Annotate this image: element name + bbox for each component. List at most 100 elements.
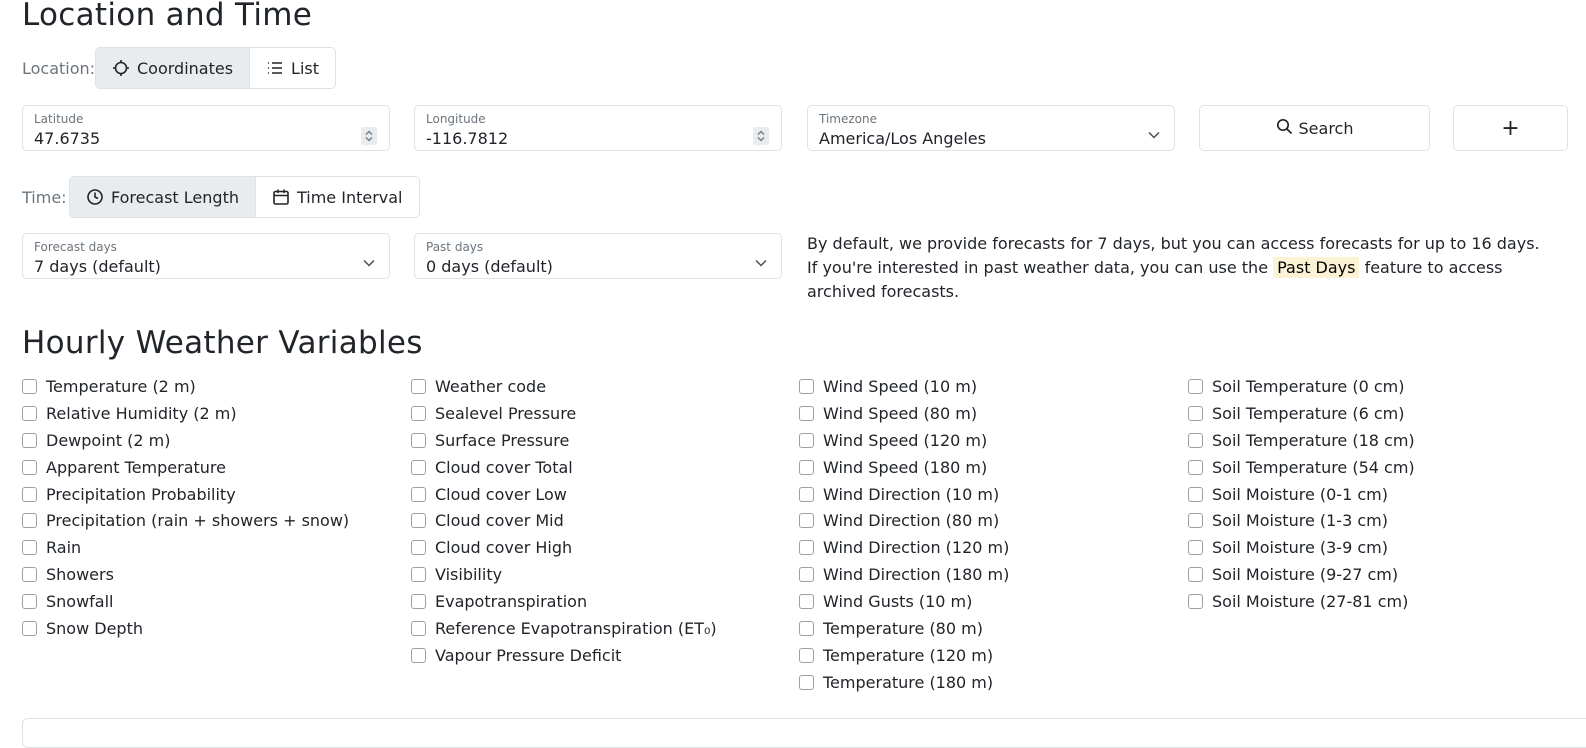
variable-checkbox[interactable]	[799, 540, 814, 556]
variable-checkbox[interactable]	[799, 647, 814, 663]
variable-checkbox[interactable]	[22, 513, 37, 529]
variable-checkbox[interactable]	[1188, 432, 1203, 448]
variable-option[interactable]: Soil Temperature (18 cm)	[1188, 427, 1415, 454]
variable-option[interactable]: Wind Gusts (10 m)	[799, 588, 1009, 615]
variable-option[interactable]: Temperature (2 m)	[22, 373, 349, 400]
variable-checkbox[interactable]	[22, 459, 37, 475]
past-days-select[interactable]: Past days 0 days (default)	[414, 233, 782, 279]
longitude-label: Longitude	[426, 112, 486, 126]
variable-checkbox[interactable]	[22, 620, 37, 636]
variable-checkbox[interactable]	[799, 594, 814, 610]
variable-option[interactable]: Sealevel Pressure	[411, 400, 717, 427]
variable-option[interactable]: Wind Speed (120 m)	[799, 427, 1009, 454]
variable-checkbox[interactable]	[411, 567, 426, 583]
variable-checkbox[interactable]	[411, 540, 426, 556]
time-interval-tab[interactable]: Time Interval	[254, 177, 419, 217]
variable-checkbox[interactable]	[22, 432, 37, 448]
latitude-input[interactable]	[34, 129, 327, 148]
variable-option[interactable]: Soil Moisture (27-81 cm)	[1188, 588, 1415, 615]
variable-checkbox[interactable]	[411, 594, 426, 610]
variable-checkbox[interactable]	[1188, 459, 1203, 475]
variable-option[interactable]: Surface Pressure	[411, 427, 717, 454]
variable-option[interactable]: Cloud cover High	[411, 534, 717, 561]
variable-option[interactable]: Cloud cover Total	[411, 454, 717, 481]
variable-option[interactable]: Weather code	[411, 373, 717, 400]
variable-checkbox[interactable]	[411, 620, 426, 636]
variable-option[interactable]: Wind Speed (10 m)	[799, 373, 1009, 400]
forecast-days-select[interactable]: Forecast days 7 days (default)	[22, 233, 390, 279]
coordinates-tab[interactable]: Coordinates	[96, 48, 250, 88]
variable-checkbox[interactable]	[799, 405, 814, 421]
variable-checkbox[interactable]	[799, 378, 814, 394]
variable-checkbox[interactable]	[1188, 594, 1203, 610]
forecast-length-tab[interactable]: Forecast Length	[70, 177, 255, 217]
longitude-stepper-icon[interactable]	[753, 127, 769, 145]
variable-option[interactable]: Visibility	[411, 561, 717, 588]
variable-checkbox[interactable]	[799, 486, 814, 502]
variable-checkbox[interactable]	[799, 567, 814, 583]
search-button[interactable]: Search	[1199, 105, 1430, 151]
variable-option[interactable]: Soil Moisture (3-9 cm)	[1188, 534, 1415, 561]
variable-checkbox[interactable]	[1188, 540, 1203, 556]
variable-checkbox[interactable]	[1188, 486, 1203, 502]
variable-option[interactable]: Wind Direction (180 m)	[799, 561, 1009, 588]
variable-option[interactable]: Apparent Temperature	[22, 454, 349, 481]
variable-checkbox[interactable]	[411, 459, 426, 475]
longitude-field[interactable]: Longitude	[414, 105, 782, 151]
variable-option[interactable]: Snowfall	[22, 588, 349, 615]
variable-option[interactable]: Precipitation Probability	[22, 481, 349, 508]
variable-checkbox[interactable]	[22, 540, 37, 556]
variable-checkbox[interactable]	[1188, 405, 1203, 421]
latitude-stepper-icon[interactable]	[361, 127, 377, 145]
variable-option[interactable]: Wind Speed (80 m)	[799, 400, 1009, 427]
timezone-select[interactable]: Timezone America/Los Angeles	[807, 105, 1175, 151]
variable-checkbox[interactable]	[799, 513, 814, 529]
list-tab[interactable]: List	[249, 48, 335, 88]
latitude-field[interactable]: Latitude	[22, 105, 390, 151]
variable-checkbox[interactable]	[22, 594, 37, 610]
variable-checkbox[interactable]	[411, 486, 426, 502]
variable-option[interactable]: Precipitation (rain + showers + snow)	[22, 507, 349, 534]
variable-checkbox[interactable]	[411, 432, 426, 448]
variable-checkbox[interactable]	[799, 674, 814, 690]
variable-option[interactable]: Temperature (180 m)	[799, 669, 1009, 696]
variable-option[interactable]: Reference Evapotranspiration (ET₀)	[411, 615, 717, 642]
variable-option[interactable]: Cloud cover Low	[411, 481, 717, 508]
variable-checkbox[interactable]	[411, 378, 426, 394]
variable-option[interactable]: Soil Moisture (0-1 cm)	[1188, 481, 1415, 508]
variable-option[interactable]: Showers	[22, 561, 349, 588]
variable-checkbox[interactable]	[411, 647, 426, 663]
variable-option[interactable]: Relative Humidity (2 m)	[22, 400, 349, 427]
variable-option[interactable]: Wind Direction (10 m)	[799, 481, 1009, 508]
variable-option[interactable]: Vapour Pressure Deficit	[411, 642, 717, 669]
variable-option[interactable]: Wind Direction (80 m)	[799, 507, 1009, 534]
variable-option[interactable]: Temperature (120 m)	[799, 642, 1009, 669]
variable-option[interactable]: Soil Temperature (0 cm)	[1188, 373, 1415, 400]
variable-option[interactable]: Soil Moisture (1-3 cm)	[1188, 507, 1415, 534]
variable-option[interactable]: Wind Speed (180 m)	[799, 454, 1009, 481]
variable-checkbox[interactable]	[22, 486, 37, 502]
variable-checkbox[interactable]	[1188, 513, 1203, 529]
variable-option[interactable]: Snow Depth	[22, 615, 349, 642]
variable-option[interactable]: Rain	[22, 534, 349, 561]
variable-option[interactable]: Temperature (80 m)	[799, 615, 1009, 642]
variable-option[interactable]: Dewpoint (2 m)	[22, 427, 349, 454]
longitude-input[interactable]	[426, 129, 719, 148]
variable-option[interactable]: Soil Temperature (6 cm)	[1188, 400, 1415, 427]
variable-option[interactable]: Soil Temperature (54 cm)	[1188, 454, 1415, 481]
variable-checkbox[interactable]	[22, 378, 37, 394]
variable-checkbox[interactable]	[799, 459, 814, 475]
variable-checkbox[interactable]	[799, 620, 814, 636]
variable-checkbox[interactable]	[1188, 567, 1203, 583]
variable-option[interactable]: Soil Moisture (9-27 cm)	[1188, 561, 1415, 588]
variable-checkbox[interactable]	[1188, 378, 1203, 394]
variable-option[interactable]: Evapotranspiration	[411, 588, 717, 615]
variable-checkbox[interactable]	[22, 405, 37, 421]
add-location-button[interactable]: +	[1453, 105, 1568, 151]
variable-checkbox[interactable]	[411, 405, 426, 421]
variable-checkbox[interactable]	[799, 432, 814, 448]
variable-checkbox[interactable]	[22, 567, 37, 583]
variable-option[interactable]: Cloud cover Mid	[411, 507, 717, 534]
variable-option[interactable]: Wind Direction (120 m)	[799, 534, 1009, 561]
variable-checkbox[interactable]	[411, 513, 426, 529]
